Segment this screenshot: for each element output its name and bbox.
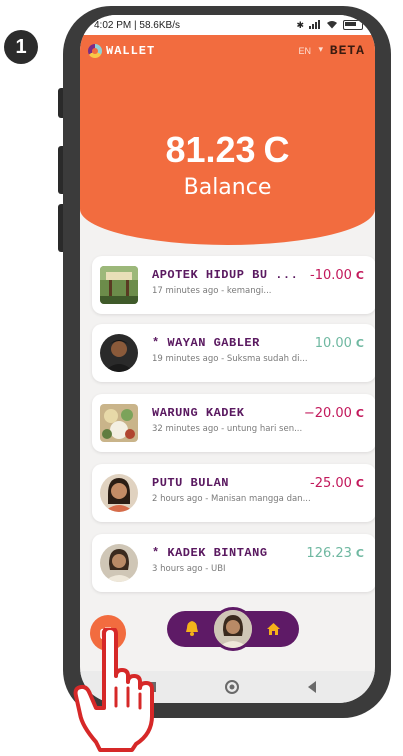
step-number-badge: 1 (4, 30, 38, 64)
balance-header: WALLET EN ▾ BETA 81.23 C Balance (80, 35, 375, 245)
transaction-subtitle: 32 minutes ago - untung hari sen... (152, 424, 303, 434)
transaction-name: APOTEK HIDUP BU ... (152, 268, 299, 282)
transaction-item[interactable]: PUTU BULAN 2 hours ago - Manisan mangga … (92, 464, 375, 522)
home-icon[interactable] (266, 621, 281, 640)
currency-icon: C (355, 477, 364, 490)
beta-label: BETA (329, 43, 365, 58)
amount-value: -25.00 (310, 476, 352, 491)
balance-value: 81.23 (165, 129, 256, 170)
transaction-item[interactable]: APOTEK HIDUP BU ... 17 minutes ago - kem… (92, 256, 375, 314)
transaction-name: * WAYAN GABLER (152, 336, 260, 350)
transaction-amount: -10.00 C (310, 268, 364, 283)
signal-icon (309, 19, 321, 31)
transaction-amount: −20.00 C (304, 406, 364, 421)
wifi-icon (326, 20, 338, 31)
amount-value: 126.23 (306, 546, 352, 561)
currency-icon: C (355, 407, 364, 420)
transaction-amount: 10.00 C (315, 336, 364, 351)
merchant-photo (100, 266, 138, 304)
contact-avatar (100, 544, 138, 582)
wallet-logo-icon (88, 44, 102, 58)
status-icons: ✱ (296, 19, 363, 31)
amount-value: -10.00 (310, 268, 352, 283)
app-title: WALLET (106, 44, 156, 58)
top-bar: WALLET EN ▾ BETA (80, 41, 375, 61)
balance-label: Balance (183, 175, 272, 200)
bottom-nav-pill (167, 607, 299, 651)
contact-avatar (100, 474, 138, 512)
pointing-hand-icon (70, 626, 160, 756)
currency-icon: C (355, 547, 364, 560)
merchant-photo (100, 404, 138, 442)
balance-amount: 81.23 C (80, 129, 375, 171)
transaction-amount: -25.00 C (310, 476, 364, 491)
transaction-subtitle: 17 minutes ago - kemangi... (152, 286, 272, 296)
transaction-name: PUTU BULAN (152, 476, 230, 490)
transaction-item[interactable]: * KADEK BINTANG 3 hours ago - UBI 126.23… (92, 534, 375, 592)
language-selector[interactable]: EN (298, 46, 311, 56)
amount-value: −20.00 (303, 406, 352, 421)
transaction-item[interactable]: * WAYAN GABLER 19 minutes ago - Suksma s… (92, 324, 375, 382)
transaction-subtitle: 3 hours ago - UBI (152, 564, 226, 574)
status-time: 4:02 PM | 58.6KB/s (94, 19, 180, 31)
currency-icon: C (355, 337, 364, 350)
bell-icon[interactable] (185, 620, 199, 640)
transaction-subtitle: 19 minutes ago - Suksma sudah di... (152, 354, 308, 364)
bluetooth-icon: ✱ (296, 19, 304, 30)
transaction-item[interactable]: WARUNG KADEK 32 minutes ago - untung har… (92, 394, 375, 452)
app-screen: 4:02 PM | 58.6KB/s ✱ WALLET EN ▾ BETA 81… (80, 15, 375, 703)
transaction-name: WARUNG KADEK (152, 406, 245, 420)
battery-icon (343, 20, 363, 30)
status-bar: 4:02 PM | 58.6KB/s ✱ (80, 15, 375, 35)
transaction-amount: 126.23 C (306, 546, 364, 561)
chevron-down-icon[interactable]: ▾ (318, 45, 323, 55)
currency-icon: C (263, 129, 290, 170)
profile-avatar[interactable] (211, 607, 255, 651)
back-icon (308, 681, 316, 693)
transaction-subtitle: 2 hours ago - Manisan mangga dan... (152, 494, 311, 504)
contact-avatar (100, 334, 138, 372)
currency-icon: C (355, 269, 364, 282)
amount-value: 10.00 (314, 336, 352, 351)
transaction-name: * KADEK BINTANG (152, 546, 268, 560)
